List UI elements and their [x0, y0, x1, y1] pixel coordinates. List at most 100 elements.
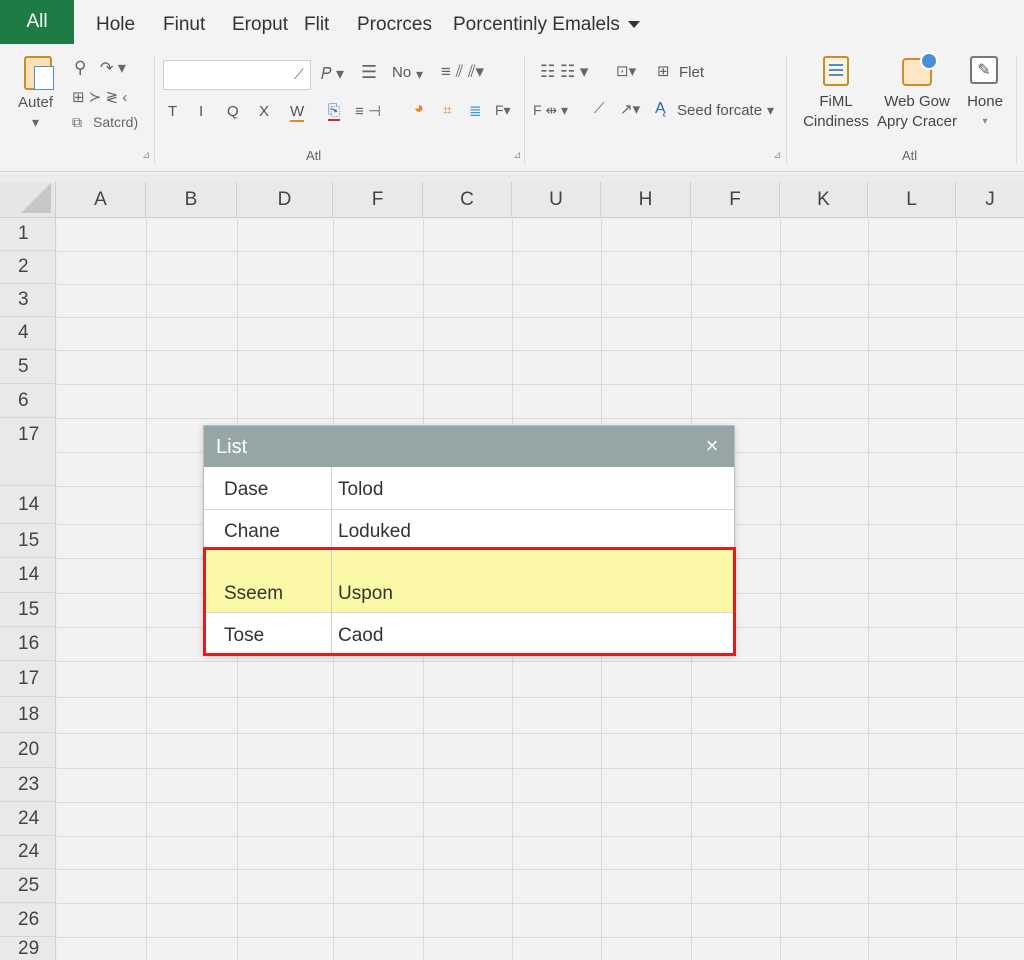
- cut-icon[interactable]: ⚲: [74, 58, 86, 78]
- menu-item-procrces[interactable]: Procrces: [357, 14, 432, 36]
- home-dropdown-icon[interactable]: ▾: [962, 112, 1008, 132]
- paste-icon[interactable]: [24, 56, 54, 90]
- paste-dropdown-icon[interactable]: ▾: [32, 114, 39, 131]
- row-header[interactable]: 17: [0, 418, 56, 486]
- web-icon[interactable]: [902, 52, 938, 86]
- font-color-icon[interactable]: ⎘: [328, 102, 341, 121]
- column-header[interactable]: J: [956, 182, 1024, 218]
- font-button-q[interactable]: Q: [227, 103, 239, 120]
- column-header[interactable]: B: [146, 182, 237, 218]
- grid-line: [57, 768, 1024, 769]
- clipboard-saved-label: Satcrd): [93, 114, 139, 130]
- column-header[interactable]: U: [512, 182, 601, 218]
- clipboard-saved-icon[interactable]: ⧉: [72, 114, 82, 131]
- wrap-text-icon[interactable]: ≡ ⫽ ⫽▾: [441, 62, 484, 82]
- group-separator: [154, 56, 155, 164]
- menu-item-eroput[interactable]: Eroput: [232, 14, 288, 36]
- editing-launcher-icon[interactable]: ⊿: [773, 150, 781, 161]
- font-button-w[interactable]: W: [290, 103, 305, 122]
- dialog-title-bar[interactable]: List ×: [204, 426, 734, 467]
- format-icon[interactable]: Ą: [655, 100, 666, 118]
- row-header[interactable]: 5: [0, 350, 56, 384]
- row-header[interactable]: 1: [0, 218, 56, 251]
- format-button-label[interactable]: Seed forcate: [677, 102, 762, 119]
- indent-icon[interactable]: ≣: [469, 102, 482, 120]
- arrow-icon[interactable]: ↗▾: [620, 100, 640, 118]
- column-header[interactable]: A: [56, 182, 146, 218]
- html-button[interactable]: FiML Cindiness: [800, 92, 872, 132]
- paste-button-label[interactable]: Autef: [18, 94, 53, 111]
- line-icon[interactable]: ⟋: [594, 100, 605, 117]
- column-header[interactable]: F: [691, 182, 780, 218]
- chevron-down-icon[interactable]: [628, 21, 640, 28]
- row-header[interactable]: 24: [0, 836, 56, 869]
- close-icon[interactable]: ×: [700, 434, 724, 458]
- group-label-font: Atl: [306, 148, 322, 163]
- row-header[interactable]: 18: [0, 697, 56, 733]
- row-header[interactable]: 14: [0, 558, 56, 593]
- row-header[interactable]: 17: [0, 661, 56, 697]
- font-style-icon[interactable]: 𝑃 ▾: [321, 64, 344, 84]
- font-dropdown-icon[interactable]: ⟋: [294, 66, 304, 83]
- font-button-t[interactable]: T: [168, 103, 177, 120]
- list-item[interactable]: Tose Caod: [204, 613, 734, 655]
- menu-item-flit[interactable]: Flit: [304, 14, 329, 36]
- format-painter-icon[interactable]: ↷ ▾: [100, 58, 126, 78]
- font-button-i[interactable]: I: [199, 103, 203, 120]
- menu-item-finut[interactable]: Finut: [163, 14, 205, 36]
- menu-item-porcentinly-emalels[interactable]: Porcentinly Emalels: [453, 14, 620, 36]
- sort-icon[interactable]: F ⇹ ▾: [533, 102, 568, 119]
- font-launcher-icon[interactable]: ⊿: [513, 150, 521, 161]
- list-item-selected[interactable]: Sseem Uspon: [204, 550, 734, 613]
- row-header[interactable]: 3: [0, 284, 56, 317]
- copy-icon[interactable]: ⊞ ≻ ≷ ‹: [72, 88, 127, 106]
- row-header[interactable]: 14: [0, 486, 56, 524]
- column-header[interactable]: C: [423, 182, 512, 218]
- grid-line: [57, 251, 1024, 252]
- table-icon[interactable]: ⊡▾: [616, 62, 636, 80]
- filter-button-label[interactable]: Flet: [679, 64, 704, 81]
- merge-icon[interactable]: F▾: [495, 102, 511, 119]
- row-header[interactable]: 23: [0, 768, 56, 802]
- select-all-corner[interactable]: [0, 182, 56, 218]
- fill-color-icon[interactable]: ◕: [414, 100, 424, 118]
- number-format-dropdown-icon[interactable]: ▾: [416, 66, 423, 83]
- column-header[interactable]: F: [333, 182, 423, 218]
- row-header[interactable]: 2: [0, 251, 56, 284]
- align-icon[interactable]: ☰: [361, 62, 377, 83]
- row-header[interactable]: 20: [0, 733, 56, 768]
- web-button[interactable]: Web Gow Apry Cracer: [872, 92, 962, 132]
- column-header[interactable]: D: [237, 182, 333, 218]
- column-header[interactable]: H: [601, 182, 691, 218]
- font-button-x[interactable]: X: [259, 103, 269, 120]
- clipboard-launcher-icon[interactable]: ⊿: [142, 150, 150, 161]
- html-document-icon[interactable]: [823, 56, 849, 86]
- row-header[interactable]: 15: [0, 524, 56, 558]
- row-header[interactable]: 24: [0, 802, 56, 836]
- row-header[interactable]: 29: [0, 937, 56, 960]
- home-button[interactable]: Hone ▾: [962, 92, 1008, 132]
- list-item[interactable]: Dase Tolod: [204, 467, 734, 510]
- row-header[interactable]: 6: [0, 384, 56, 418]
- list-item[interactable]: Chane Loduked: [204, 510, 734, 550]
- filter-icon[interactable]: ⊞: [657, 62, 670, 80]
- list-item-name: Dase: [224, 479, 269, 500]
- row-header[interactable]: 26: [0, 903, 56, 937]
- grid-line: [57, 350, 1024, 351]
- column-header[interactable]: L: [868, 182, 956, 218]
- group-label-insert: Atl: [902, 148, 918, 163]
- tab-all[interactable]: All: [0, 0, 74, 44]
- font-name-input[interactable]: [163, 60, 311, 90]
- row-header[interactable]: 4: [0, 317, 56, 350]
- column-header[interactable]: K: [780, 182, 868, 218]
- number-format-label[interactable]: No: [392, 64, 411, 81]
- menu-item-hole[interactable]: Hole: [96, 14, 135, 36]
- highlight-icon[interactable]: ⌗: [443, 102, 451, 119]
- row-header[interactable]: 25: [0, 869, 56, 903]
- row-header[interactable]: 15: [0, 593, 56, 627]
- list-icon[interactable]: ☷ ☷ ▾: [540, 62, 588, 82]
- format-dropdown-icon[interactable]: ▾: [767, 102, 774, 119]
- borders-icon[interactable]: ≡ ⊣: [355, 102, 381, 120]
- row-header[interactable]: 16: [0, 627, 56, 661]
- pen-icon[interactable]: ✎: [970, 56, 998, 84]
